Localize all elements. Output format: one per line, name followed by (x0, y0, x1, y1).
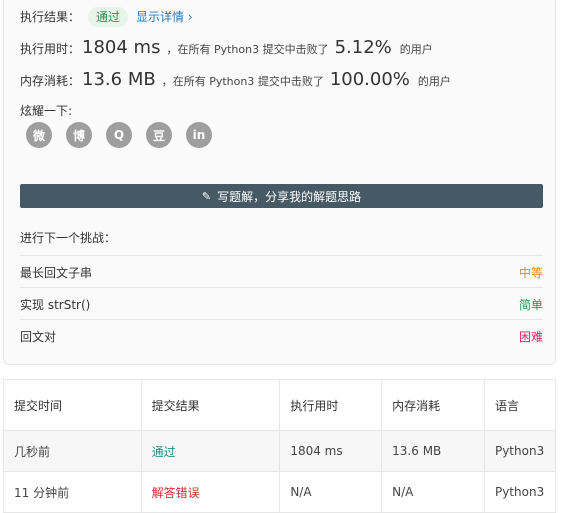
show-details-link[interactable]: 显示详情 › (136, 8, 193, 25)
write-solution-label: 写题解，分享我的解题思路 (217, 189, 362, 204)
qq-icon[interactable]: Q (106, 122, 132, 148)
cell-result-link[interactable]: 解答错误 (140, 471, 281, 513)
header-language: 语言 (483, 379, 557, 431)
cell-result-link[interactable]: 通过 (140, 430, 281, 472)
problem-item[interactable]: 最长回文子串 中等 (20, 255, 543, 288)
result-row: 执行结果： 通过 显示详情 › (20, 7, 193, 27)
problem-item[interactable]: 实现 strStr() 简单 (20, 287, 543, 320)
table-row: 11 分钟前 解答错误 N/A N/A Python3 (3, 471, 557, 513)
memory-suffix: 的用户 (417, 75, 451, 88)
write-solution-button[interactable]: ✎ 写题解，分享我的解题思路 (20, 184, 543, 208)
header-memory: 内存消耗 (381, 379, 485, 431)
result-label: 执行结果： (20, 10, 81, 24)
cell-language: Python3 (483, 471, 557, 513)
problem-title[interactable]: 最长回文子串 (20, 264, 92, 281)
cell-memory: N/A (381, 471, 485, 513)
table-header-row: 提交时间 提交结果 执行用时 内存消耗 语言 (3, 379, 557, 431)
weibo-icon[interactable]: 博 (66, 122, 92, 148)
header-result: 提交结果 (140, 379, 281, 431)
runtime-mid-text: ，在所有 Python3 提交中击败了 (166, 43, 329, 56)
result-card: 执行结果： 通过 显示详情 › 执行用时： 1804 ms ，在所有 Pytho… (3, 0, 556, 365)
cell-runtime: 1804 ms (279, 430, 383, 472)
runtime-row: 执行用时： 1804 ms ，在所有 Python3 提交中击败了 5.12% … (20, 37, 433, 58)
share-icons: 微 博 Q 豆 in (26, 122, 212, 148)
difficulty-badge: 中等 (518, 265, 543, 280)
memory-row: 内存消耗： 13.6 MB ，在所有 Python3 提交中击败了 100.00… (20, 69, 451, 90)
difficulty-badge: 困难 (518, 329, 543, 344)
wechat-icon[interactable]: 微 (26, 122, 52, 148)
douban-icon[interactable]: 豆 (146, 122, 172, 148)
header-runtime: 执行用时 (279, 379, 383, 431)
memory-percent: 100.00% (329, 69, 410, 90)
cell-memory: 13.6 MB (381, 430, 485, 472)
cell-language: Python3 (483, 430, 557, 472)
cell-time: 几秒前 (3, 430, 142, 472)
table-row: 几秒前 通过 1804 ms 13.6 MB Python3 (3, 430, 557, 472)
share-label: 炫耀一下: (20, 104, 73, 118)
memory-label: 内存消耗： (20, 74, 81, 88)
submissions-table: 提交时间 提交结果 执行用时 内存消耗 语言 几秒前 通过 1804 ms 13… (3, 379, 557, 513)
header-time: 提交时间 (3, 379, 142, 431)
problem-item[interactable]: 回文对 困难 (20, 319, 543, 352)
problem-title[interactable]: 回文对 (20, 328, 56, 345)
runtime-percent: 5.12% (334, 37, 392, 58)
difficulty-badge: 简单 (518, 297, 543, 312)
linkedin-icon[interactable]: in (186, 122, 212, 148)
next-challenge-label: 进行下一个挑战： (20, 231, 117, 245)
pencil-icon: ✎ (201, 189, 212, 203)
status-badge: 通过 (88, 7, 129, 27)
runtime-label: 执行用时： (20, 42, 81, 56)
share-row: 炫耀一下: (20, 102, 72, 119)
cell-time: 11 分钟前 (3, 471, 142, 513)
runtime-suffix: 的用户 (399, 43, 433, 56)
memory-value: 13.6 MB (82, 69, 156, 90)
memory-mid-text: ，在所有 Python3 提交中击败了 (161, 75, 324, 88)
runtime-value: 1804 ms (82, 37, 161, 58)
problem-title[interactable]: 实现 strStr() (20, 296, 90, 313)
cell-runtime: N/A (279, 471, 383, 513)
